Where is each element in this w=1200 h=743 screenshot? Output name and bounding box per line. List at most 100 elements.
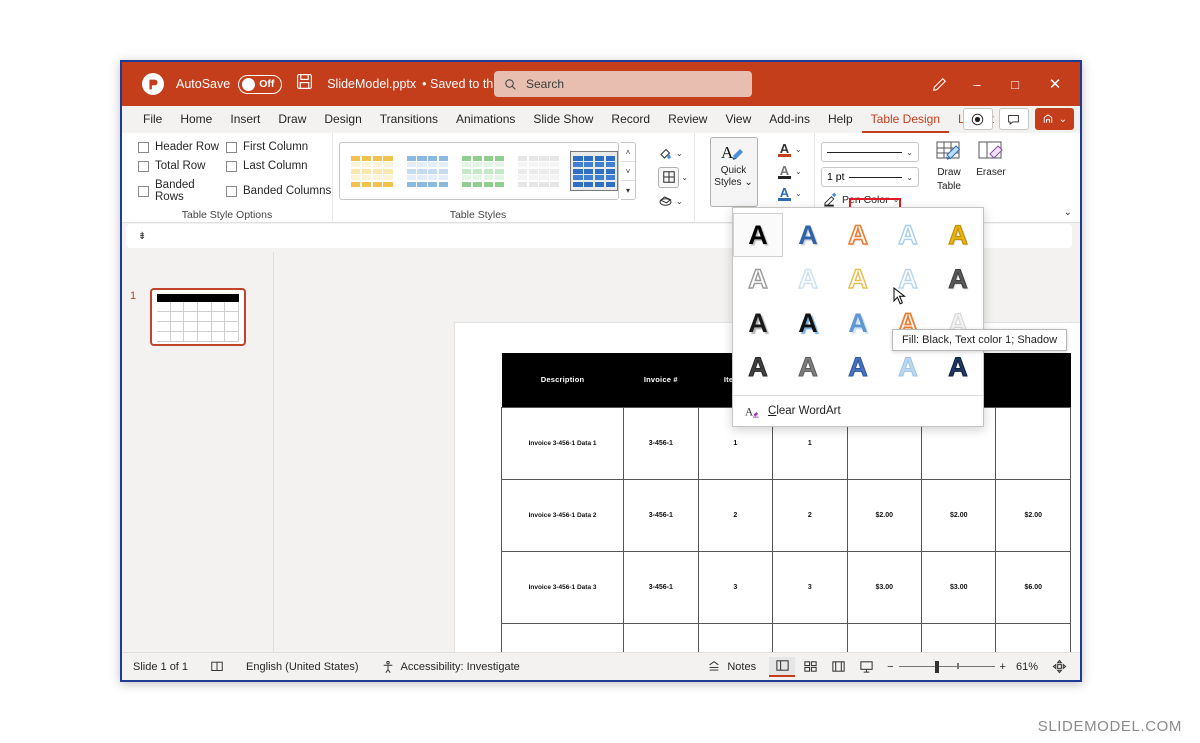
normal-view-button[interactable]	[769, 657, 795, 677]
cell-col5[interactable]: $3.00	[847, 551, 921, 623]
wordart-style-fill-dark-gray-shadow[interactable]: A	[933, 257, 983, 301]
cell-description[interactable]: Invoice 3-456-1 Data 1	[502, 407, 624, 479]
borders-button[interactable]: ⌄	[658, 165, 688, 189]
tab-animations[interactable]: Animations	[447, 106, 524, 133]
slide-count[interactable]: Slide 1 of 1	[122, 661, 199, 673]
collapse-ribbon-button[interactable]: ⌄	[1064, 207, 1072, 218]
tab-help[interactable]: Help	[819, 106, 862, 133]
table-styles-gallery[interactable]	[339, 142, 619, 200]
text-outline-button[interactable]: A ⌄	[778, 161, 808, 182]
reading-view-button[interactable]	[825, 657, 851, 677]
cell-col7[interactable]: $2.00	[996, 479, 1071, 551]
checkbox-first-column[interactable]: First Column	[226, 141, 346, 153]
table-style-dark-blue-selected[interactable]	[570, 151, 618, 191]
tab-add-ins[interactable]: Add-ins	[760, 106, 819, 133]
search-input[interactable]: Search	[494, 71, 752, 97]
wordart-style-fill-light-blue-shadow[interactable]: A	[833, 301, 883, 345]
table-style-gold[interactable]	[348, 151, 396, 191]
fit-to-window-icon[interactable]	[1046, 657, 1072, 677]
tab-transitions[interactable]: Transitions	[371, 106, 447, 133]
clear-wordart-button[interactable]: A Clear WordArt	[733, 396, 983, 426]
shading-button[interactable]: ⌄	[658, 141, 688, 165]
text-effects-button[interactable]: A ⌄	[778, 183, 808, 204]
wordart-style-fill-black-blue-shadow[interactable]: A	[783, 301, 833, 345]
zoom-track[interactable]	[899, 666, 995, 668]
maximize-button[interactable]: □	[996, 67, 1034, 101]
close-button[interactable]: ✕	[1034, 67, 1076, 101]
checkbox-last-column[interactable]: Last Column	[226, 160, 346, 172]
language-indicator[interactable]: English (United States)	[235, 661, 370, 673]
checkbox-banded-columns[interactable]: Banded Columns	[226, 179, 346, 203]
tab-slide-show[interactable]: Slide Show	[524, 106, 602, 133]
wordart-style-pattern-navy-diagonal[interactable]: A	[933, 345, 983, 389]
tab-table-design[interactable]: Table Design	[862, 106, 949, 133]
tab-review[interactable]: Review	[659, 106, 716, 133]
document-name[interactable]: SlideModel.pptx	[327, 77, 416, 91]
pen-weight-dropdown[interactable]: 1 pt ⌄	[821, 167, 919, 187]
wordart-style-pattern-gold[interactable]: A	[833, 257, 883, 301]
record-icon[interactable]	[963, 108, 993, 130]
scroll-up-button[interactable]: ˄	[621, 143, 635, 162]
slide-thumbnail-1[interactable]	[150, 288, 246, 346]
wordart-style-pattern-blue-accent[interactable]: A	[833, 345, 883, 389]
tab-draw[interactable]: Draw	[269, 106, 315, 133]
chevron-down-icon[interactable]: ⌄	[795, 167, 802, 176]
chevron-down-icon[interactable]: ⌄	[676, 149, 683, 158]
slide-show-button[interactable]	[853, 657, 879, 677]
cell-description[interactable]: Invoice 3-456-1 Data 2	[502, 479, 624, 551]
table-style-green[interactable]	[459, 151, 507, 191]
draw-table-button[interactable]: Draw Table	[930, 139, 968, 201]
cell-invoice[interactable]: 3-456-1	[624, 407, 698, 479]
cell-description[interactable]: Invoice 3-456-1 Data 3	[502, 551, 624, 623]
table-row[interactable]: Invoice 3-456-1 Data 2 3-456-1 2 2 $2.00…	[502, 479, 1071, 551]
accessibility-status[interactable]: Accessibility: Investigate	[370, 660, 531, 674]
table-style-blue[interactable]	[404, 151, 452, 191]
wordart-style-pattern-pale-blue-light[interactable]: A	[883, 345, 933, 389]
table-style-light[interactable]	[515, 151, 563, 191]
cell-invoice[interactable]: 3-456-1	[624, 479, 698, 551]
pen-style-dropdown[interactable]: ⌄	[821, 142, 919, 162]
quick-styles-button[interactable]: A Quick Styles ⌄	[710, 137, 758, 207]
zoom-slider[interactable]: − +	[881, 661, 1012, 673]
cell-qty[interactable]: 3	[773, 551, 847, 623]
text-fill-button[interactable]: A ⌄	[778, 139, 808, 160]
cell-qty[interactable]: 2	[773, 479, 847, 551]
cell-col5[interactable]: $2.00	[847, 479, 921, 551]
cell-item[interactable]: 2	[698, 479, 772, 551]
wordart-style-pattern-light-blue[interactable]: A	[883, 257, 933, 301]
chevron-down-icon[interactable]: ⌄	[795, 189, 802, 198]
chevron-down-icon[interactable]: ⌄	[681, 173, 688, 182]
autosave-toggle[interactable]: Off	[238, 75, 282, 94]
tab-view[interactable]: View	[716, 106, 760, 133]
zoom-knob[interactable]	[935, 661, 939, 673]
wordart-style-pattern-gray[interactable]: A	[783, 345, 833, 389]
wordart-style-pattern-pale-blue[interactable]: A	[783, 257, 833, 301]
save-icon[interactable]	[296, 73, 313, 95]
pen-color-button[interactable]: Pen Color ⌄	[821, 192, 918, 207]
tab-record[interactable]: Record	[602, 106, 659, 133]
subbar-caret-icon[interactable]: ⇟	[138, 231, 146, 242]
more-table-styles-button[interactable]: ▾	[621, 181, 635, 199]
checkbox-banded-rows[interactable]: Banded Rows	[138, 179, 226, 203]
wordart-style-fill-pale-blue-accent3[interactable]: A	[883, 213, 933, 257]
chevron-down-icon[interactable]: ⌄	[795, 145, 802, 154]
cell-invoice[interactable]: 3-456-1	[624, 551, 698, 623]
wordart-style-fill-black-text1-shadow[interactable]: A	[733, 213, 783, 257]
wordart-style-fill-black-shadow-heavy[interactable]: A	[733, 301, 783, 345]
tab-insert[interactable]: Insert	[221, 106, 269, 133]
zoom-out-button[interactable]: −	[887, 661, 893, 673]
pen-icon[interactable]	[920, 67, 958, 101]
cell-col6[interactable]: $3.00	[922, 551, 996, 623]
cell-col6[interactable]: $2.00	[922, 479, 996, 551]
checkbox-total-row[interactable]: Total Row	[138, 160, 226, 172]
checkbox-header-row[interactable]: Header Row	[138, 141, 226, 153]
wordart-style-fill-orange-accent2-shadow[interactable]: A	[833, 213, 883, 257]
chevron-down-icon[interactable]: ⌄	[676, 197, 683, 206]
eraser-button[interactable]: Eraser	[972, 139, 1010, 201]
share-button[interactable]: ⌄	[1035, 108, 1074, 130]
wordart-style-fill-blue-accent1-shadow[interactable]: A	[783, 213, 833, 257]
cell-col7[interactable]: $6.00	[996, 551, 1071, 623]
zoom-in-button[interactable]: +	[1000, 661, 1006, 673]
slide-sorter-button[interactable]	[797, 657, 823, 677]
notes-page-icon[interactable]	[199, 660, 235, 674]
